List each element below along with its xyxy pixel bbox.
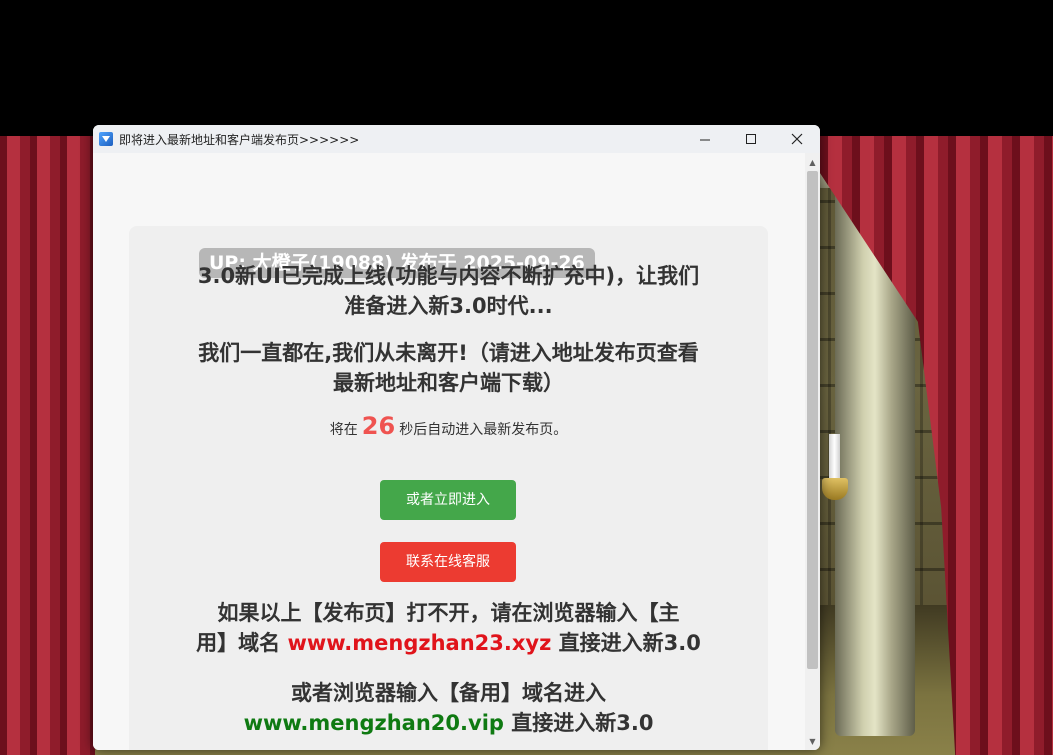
candle-holder [822,478,848,500]
popup-window: 即将进入最新地址和客户端发布页>>>>>> UP: 大橙子(19088) 发布于… [93,125,820,750]
app-icon [99,132,113,146]
scroll-down-icon[interactable]: ▼ [805,734,820,748]
minimize-icon [699,139,710,140]
backup-domain-line-2: www.mengzhan20.vip 直接进入新3.0 [129,708,768,738]
info-line-1: 我们一直都在,我们从未离开!（请进入地址发布页查看 [198,341,699,365]
candle-icon [829,434,840,480]
contact-service-button[interactable]: 联系在线客服 [380,542,516,582]
window-title: 即将进入最新地址和客户端发布页>>>>>> [119,132,360,147]
minimize-button[interactable] [682,125,728,153]
maximize-button[interactable] [728,125,774,153]
backup-domain-suffix: 直接进入新3.0 [511,711,654,735]
enter-now-button[interactable]: 或者立即进入 [380,480,516,520]
info-line-2: 最新地址和客户端下载） [333,371,564,395]
vertical-scrollbar[interactable]: ▲ ▼ [805,153,820,750]
backup-domain-block: 或者浏览器输入【备用】域名进入 www.mengzhan20.vip 直接进入新… [129,678,768,738]
primary-domain-line-1: 如果以上【发布页】打不开，请在浏览器输入【主 [217,601,680,625]
primary-domain-link[interactable]: www.mengzhan23.xyz [287,631,551,655]
announcement-block: 3.0新UI已完成上线(功能与内容不断扩充中)，让我们 准备进入新3.0时代..… [129,261,768,321]
countdown-number: 26 [361,412,396,440]
close-button[interactable] [774,125,820,153]
backup-domain-link[interactable]: www.mengzhan20.vip [244,711,504,735]
scroll-up-icon[interactable]: ▲ [805,155,820,169]
primary-domain-block: 如果以上【发布页】打不开，请在浏览器输入【主 用】域名 www.mengzhan… [129,598,768,658]
curtain-left [0,136,95,755]
primary-domain-line-2: 用】域名 www.mengzhan23.xyz 直接进入新3.0 [129,628,768,658]
content-area: UP: 大橙子(19088) 发布于 2025-09-26 3.0新UI已完成上… [93,153,805,750]
maximize-icon [745,133,756,144]
info-block: 我们一直都在,我们从未离开!（请进入地址发布页查看 最新地址和客户端下载） [129,338,768,398]
close-icon [791,133,803,145]
window-controls [682,125,820,153]
backup-domain-line-1: 或者浏览器输入【备用】域名进入 [291,681,606,705]
countdown-text: 将在 26 秒后自动进入最新发布页。 [129,411,768,445]
scroll-thumb[interactable] [807,171,818,669]
countdown-prefix: 将在 [329,422,358,438]
countdown-suffix: 秒后自动进入最新发布页。 [399,422,568,438]
title-bar[interactable]: 即将进入最新地址和客户端发布页>>>>>> [93,125,820,153]
announcement-line-2: 准备进入新3.0时代... [344,294,553,318]
primary-domain-suffix: 直接进入新3.0 [558,631,701,655]
primary-domain-prefix: 用】域名 [196,631,281,655]
announcement-line-1: 3.0新UI已完成上线(功能与内容不断扩充中)，让我们 [197,264,700,288]
